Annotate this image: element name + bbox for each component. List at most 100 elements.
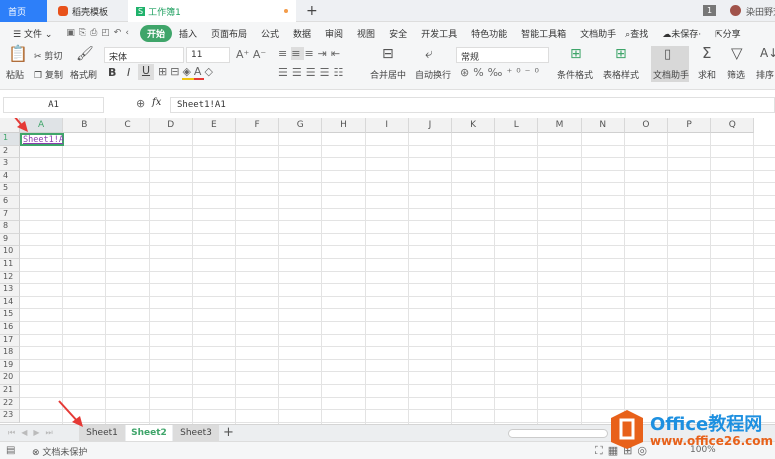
tab-workbook[interactable]: S 工作簿1 (128, 0, 296, 22)
menu-item-developer[interactable]: 开发工具 (414, 27, 464, 40)
row-header-8[interactable]: 8 (0, 221, 20, 234)
doc-protection-status[interactable]: ⊗ 文档未保护 (32, 445, 87, 458)
row-header-19[interactable]: 19 (0, 359, 20, 373)
clear-icon[interactable]: ◇ (204, 65, 215, 78)
avatar[interactable] (730, 5, 741, 16)
row-header-7[interactable]: 7 (0, 208, 20, 222)
number-format-select[interactable]: 常规 (456, 47, 549, 63)
column-header-L[interactable]: L (495, 118, 539, 133)
row-header-11[interactable]: 11 (0, 259, 20, 272)
percent-button[interactable]: % (473, 66, 487, 79)
menu-item-insert[interactable]: 插入 (172, 27, 204, 40)
spreadsheet-grid[interactable]: ABCDEFGHIJKLMNOPQ 1 2 3 4 5 6 7 8 9 10 11 12 13 14 15 1… (0, 118, 775, 424)
export-icon[interactable]: ⎘ (79, 28, 90, 38)
underline-button[interactable]: U (138, 64, 154, 80)
row-header-12[interactable]: 12 (0, 271, 20, 285)
row-header-17[interactable]: 17 (0, 334, 20, 348)
preview-icon[interactable]: ◰ (101, 28, 114, 38)
sum-button[interactable]: 求和 (698, 68, 716, 81)
filter-icon[interactable]: ▽ (731, 46, 743, 61)
column-header-M[interactable]: M (538, 118, 582, 133)
row-header-16[interactable]: 16 (0, 322, 20, 335)
row-header-9[interactable]: 9 (0, 233, 20, 247)
column-header-O[interactable]: O (624, 118, 668, 133)
border-fill-color-tools[interactable]: ⊞⊟◈A◇ (158, 65, 216, 80)
conditional-format-button[interactable]: 条件格式 (557, 68, 593, 81)
border-icon[interactable]: ⊞ (158, 65, 170, 78)
column-header-G[interactable]: G (279, 118, 323, 133)
column-header-H[interactable]: H (322, 118, 366, 133)
cell-style-icon[interactable]: ⊟ (170, 65, 182, 78)
function-button[interactable]: fx (152, 97, 161, 108)
unsaved-button[interactable]: ☁未保存· (655, 27, 708, 40)
row-header-18[interactable]: 18 (0, 347, 20, 360)
row-header-14[interactable]: 14 (0, 296, 20, 310)
row-header-10[interactable]: 10 (0, 246, 20, 259)
row-header-23[interactable]: 23 (0, 410, 20, 423)
paste-button[interactable]: 粘贴 (6, 68, 24, 81)
row-header-22[interactable]: 22 (0, 397, 20, 411)
column-header-E[interactable]: E (192, 118, 236, 133)
merge-icon[interactable]: ⊟ (382, 47, 394, 61)
sort-icon[interactable]: A↓ (760, 47, 775, 59)
column-header-N[interactable]: N (581, 118, 625, 133)
font-size-select[interactable]: 11 (186, 47, 230, 63)
add-sheet-button[interactable]: + (223, 425, 234, 440)
format-painter-button[interactable]: 格式刷 (70, 68, 97, 81)
fill-color-icon[interactable]: ◈ (182, 65, 194, 80)
column-header-J[interactable]: J (408, 118, 452, 133)
table-style-button[interactable]: 表格样式 (603, 68, 639, 81)
currency-icon[interactable]: ⊛ (460, 66, 473, 79)
row-header-5[interactable]: 5 (0, 183, 20, 196)
window-count-badge[interactable]: 1 (703, 5, 716, 16)
align-bottom-icon[interactable]: ≡ (304, 47, 317, 60)
font-name-select[interactable]: 宋体 (104, 47, 184, 63)
column-header-P[interactable]: P (668, 118, 712, 133)
number-format-tools[interactable]: ⊛%‰⁺⁰⁻⁰ (460, 66, 543, 79)
menu-item-doc-helper[interactable]: 文档助手 (573, 27, 618, 40)
column-header-C[interactable]: C (106, 118, 150, 133)
column-header-D[interactable]: D (149, 118, 193, 133)
search-button[interactable]: ⌕查找 (618, 27, 655, 40)
menu-item-security[interactable]: 安全 (382, 27, 414, 40)
align-center-icon[interactable]: ☰ (292, 66, 306, 79)
format-painter-icon[interactable]: 🖌 (76, 47, 94, 61)
wrap-icon[interactable]: ⤶ (425, 47, 433, 61)
decimal-increase-icon[interactable]: ⁺⁰ (506, 66, 524, 79)
macro-icon[interactable]: ▤ (6, 445, 15, 456)
sort-button[interactable]: 排序 (756, 68, 774, 81)
share-button[interactable]: ⇱分享 (708, 27, 748, 40)
save-icon[interactable]: ▣ (66, 28, 79, 38)
column-header-Q[interactable]: Q (711, 118, 755, 133)
sheet-tab-sheet3[interactable]: Sheet3 (173, 425, 219, 442)
fullscreen-icon[interactable]: ⛶ (595, 444, 608, 457)
undo-icon[interactable]: ↶ (114, 28, 126, 38)
bold-button[interactable]: B (108, 66, 116, 79)
merge-center-button[interactable]: 合并居中 (370, 68, 406, 81)
row-header-13[interactable]: 13 (0, 284, 20, 297)
file-menu[interactable]: ☰ 文件 ⌄ (6, 27, 59, 40)
column-header-I[interactable]: I (365, 118, 409, 133)
outdent-icon[interactable]: ⇤ (331, 47, 344, 60)
italic-button[interactable]: I (127, 66, 130, 79)
table-style-icon[interactable]: ⊞ (615, 47, 627, 61)
align-top-row[interactable]: ≡≡≡⇥⇤ (278, 47, 344, 60)
name-box[interactable]: A1 (3, 97, 104, 113)
menu-item-review[interactable]: 审阅 (318, 27, 350, 40)
align-right-icon[interactable]: ☰ (306, 66, 320, 79)
menu-item-features[interactable]: 特色功能 (464, 27, 514, 40)
row-header-3[interactable]: 3 (0, 158, 20, 171)
new-tab-button[interactable]: + (298, 0, 318, 22)
menu-item-view[interactable]: 视图 (350, 27, 382, 40)
column-header-F[interactable]: F (236, 118, 280, 133)
filter-button[interactable]: 筛选 (727, 68, 745, 81)
sheet-nav-arrows[interactable]: ⏮◀▶⏭ (8, 428, 59, 438)
row-header-6[interactable]: 6 (0, 196, 20, 209)
print-icon[interactable]: ⎙ (90, 28, 101, 38)
sheet-tab-sheet2[interactable]: Sheet2 (126, 425, 172, 442)
row-header-20[interactable]: 20 (0, 372, 20, 385)
align-horizontal-row[interactable]: ☰☰☰☰☷ (278, 66, 347, 79)
indent-icon[interactable]: ⇥ (318, 47, 331, 60)
column-header-K[interactable]: K (452, 118, 496, 133)
tab-template[interactable]: 稻壳模板 (50, 0, 126, 22)
